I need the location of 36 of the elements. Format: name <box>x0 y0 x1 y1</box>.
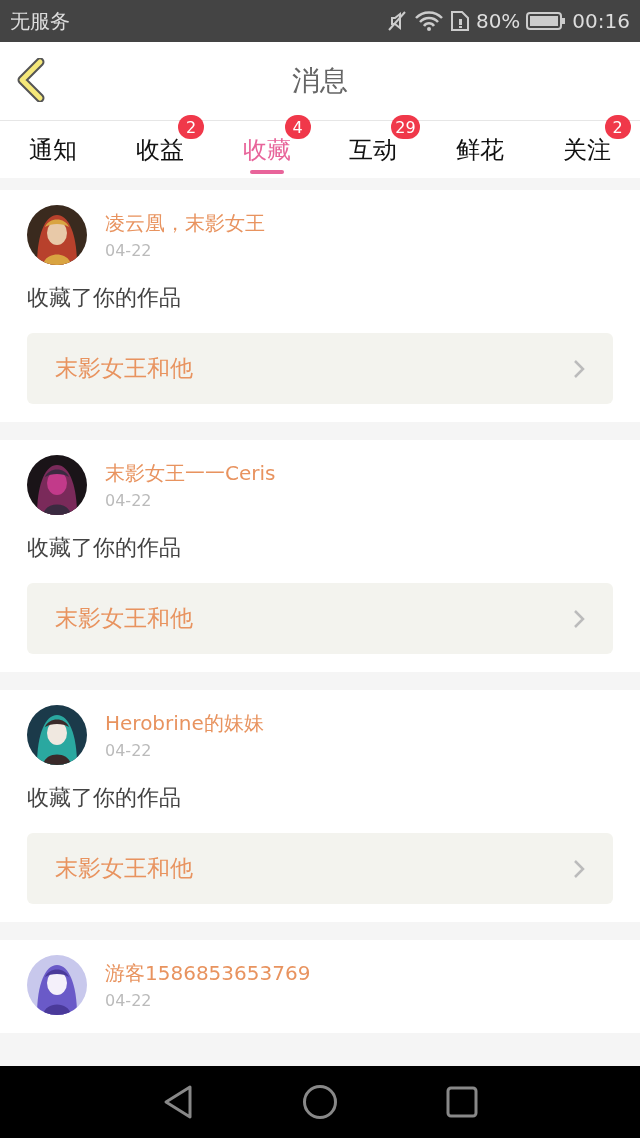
message-date: 04-22 <box>105 491 153 510</box>
time-text: 00:16 <box>572 9 630 33</box>
battery-text: 80% <box>475 9 521 33</box>
message-text: 收藏了你的作品 <box>27 534 182 562</box>
tab[interactable]: 通知 <box>29 133 78 166</box>
count-badge: 2 <box>178 115 204 139</box>
mute-icon <box>385 10 408 32</box>
back-icon[interactable] <box>162 1084 194 1120</box>
message-date: 04-22 <box>105 991 153 1010</box>
battery-icon <box>526 11 567 31</box>
page-title: 消息 <box>292 63 348 99</box>
home-icon[interactable] <box>302 1084 338 1120</box>
chevron-right-icon <box>573 358 585 379</box>
message-text: 收藏了你的作品 <box>27 784 182 812</box>
sim-icon <box>449 10 470 32</box>
message-date: 04-22 <box>105 741 153 760</box>
count-badge: 4 <box>284 115 311 139</box>
user-name[interactable]: 游客1586853653769 <box>105 960 311 987</box>
back-button[interactable] <box>16 58 46 102</box>
work-link[interactable]: 末影女王和他 <box>27 333 613 404</box>
chevron-right-icon <box>573 608 585 629</box>
chevron-right-icon <box>573 858 585 879</box>
message-date: 04-22 <box>105 241 153 260</box>
tab[interactable]: 鲜花 <box>456 133 504 166</box>
tab-indicator <box>249 170 284 174</box>
wifi-icon <box>413 10 444 32</box>
count-badge: 2 <box>604 115 631 139</box>
recents-icon[interactable] <box>446 1086 478 1118</box>
message-text: 收藏了你的作品 <box>27 284 182 312</box>
work-link[interactable]: 末影女王和他 <box>27 583 613 654</box>
user-name[interactable]: Herobrine的妹妹 <box>105 710 264 737</box>
work-link[interactable]: 末影女王和他 <box>27 833 613 904</box>
count-badge: 29 <box>391 115 420 139</box>
carrier-text: 无服务 <box>10 7 70 35</box>
user-name[interactable]: 凌云凰，末影女王 <box>105 210 265 237</box>
user-name[interactable]: 末影女王一一Ceris <box>105 460 276 487</box>
